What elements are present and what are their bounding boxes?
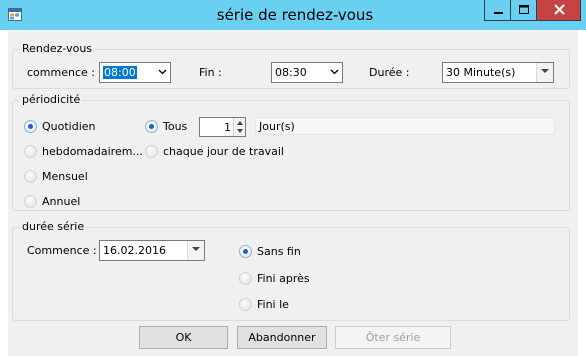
chevron-down-icon	[330, 69, 339, 75]
dialog-body: Rendez-vous commence : 08:00 Fin : 08:30…	[8, 30, 578, 356]
radio-mensuel[interactable]	[24, 170, 37, 183]
chevron-down-icon	[158, 69, 167, 75]
duration-value: 30 Minute(s)	[446, 66, 516, 79]
duree-serie-group: durée série Commence : 16.02.2016 Sans f…	[12, 220, 570, 321]
sans-fin-label[interactable]: Sans fin	[257, 245, 301, 258]
minimize-icon	[494, 12, 503, 14]
serie-start-date-value: 16.02.2016	[103, 244, 166, 257]
radio-fini-apres[interactable]	[239, 272, 252, 285]
ok-button[interactable]: OK	[139, 326, 228, 349]
start-time-label: commence :	[27, 66, 95, 79]
date-dropdown-button[interactable]	[187, 241, 204, 260]
serie-start-date-combo[interactable]: 16.02.2016	[99, 240, 205, 261]
abandonner-button[interactable]: Abandonner	[237, 326, 327, 349]
app-icon	[8, 8, 22, 21]
oter-serie-button[interactable]: Ôter série	[335, 326, 451, 349]
maximize-button[interactable]	[510, 0, 537, 21]
quotidien-label[interactable]: Quotidien	[42, 120, 96, 133]
end-time-combo[interactable]: 08:30	[271, 62, 343, 83]
mensuel-label[interactable]: Mensuel	[42, 170, 88, 183]
start-time-combo[interactable]: 08:00	[99, 62, 171, 83]
duration-label: Durée :	[369, 66, 410, 79]
radio-hebdomadaire[interactable]	[24, 145, 37, 158]
maximize-icon	[519, 5, 529, 14]
spinner-buttons[interactable]	[233, 118, 245, 136]
radio-annuel[interactable]	[24, 195, 37, 208]
periodicite-legend: périodicité	[20, 93, 83, 106]
dropdown-arrow-icon	[541, 69, 549, 73]
periodicite-group: périodicité Quotidien hebdomadairem... M…	[12, 93, 570, 211]
serie-start-label: Commence :	[27, 244, 97, 257]
duree-serie-legend: durée série	[20, 220, 87, 233]
days-unit-box: Jour(s)	[255, 117, 555, 135]
hebdomadaire-label[interactable]: hebdomadairem...	[42, 145, 143, 158]
title-bar: série de rendez-vous	[0, 0, 586, 30]
tous-label[interactable]: Tous	[163, 120, 187, 133]
duration-dropdown-button[interactable]	[536, 63, 553, 82]
spin-up-icon	[237, 121, 243, 125]
window-title: série de rendez-vous	[216, 6, 374, 24]
minimize-button[interactable]	[484, 0, 511, 21]
duration-combo[interactable]: 30 Minute(s)	[442, 62, 554, 83]
radio-sans-fin[interactable]	[239, 245, 252, 258]
start-time-value: 08:00	[103, 66, 137, 79]
rendezvous-legend: Rendez-vous	[20, 42, 95, 55]
fini-apres-label[interactable]: Fini après	[257, 272, 310, 285]
tous-days-spinner[interactable]: 1	[199, 117, 246, 137]
end-time-value: 08:30	[275, 66, 307, 79]
radio-chaque-jour-travail[interactable]	[145, 145, 158, 158]
radio-tous[interactable]	[145, 120, 158, 133]
days-unit-label: Jour(s)	[259, 120, 295, 133]
rendezvous-group: Rendez-vous commence : 08:00 Fin : 08:30…	[12, 42, 570, 89]
close-button[interactable]	[536, 0, 581, 21]
radio-fini-le[interactable]	[239, 298, 252, 311]
chaque-jour-travail-label[interactable]: chaque jour de travail	[163, 145, 284, 158]
end-time-label: Fin :	[199, 66, 222, 79]
annuel-label[interactable]: Annuel	[42, 195, 80, 208]
radio-quotidien[interactable]	[24, 120, 37, 133]
fini-le-label[interactable]: Fini le	[257, 298, 289, 311]
dropdown-arrow-icon	[192, 247, 200, 251]
close-icon	[554, 4, 565, 15]
spin-down-icon	[237, 129, 243, 133]
tous-days-value: 1	[224, 121, 231, 134]
